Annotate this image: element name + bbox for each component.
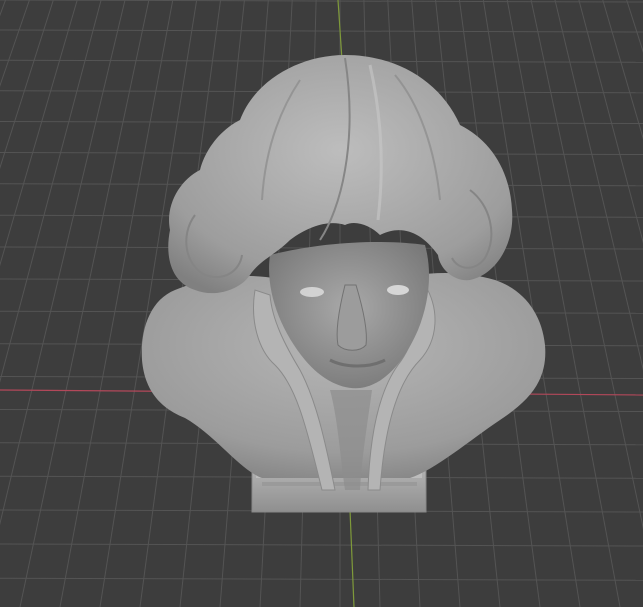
grid-line-v bbox=[578, 0, 643, 244]
3d-viewport[interactable] bbox=[0, 0, 643, 607]
grid-line-h bbox=[0, 29, 643, 33]
y-axis-line-lower bbox=[349, 509, 355, 607]
viewport-scene bbox=[0, 0, 643, 607]
grid-line-h bbox=[0, 0, 643, 3]
grid-line-v bbox=[602, 0, 643, 140]
eye-right bbox=[387, 285, 409, 295]
eye-left bbox=[300, 287, 324, 297]
grid-line-h bbox=[0, 543, 643, 547]
grid-line-v bbox=[530, 0, 643, 530]
grid-line-h bbox=[0, 577, 643, 581]
